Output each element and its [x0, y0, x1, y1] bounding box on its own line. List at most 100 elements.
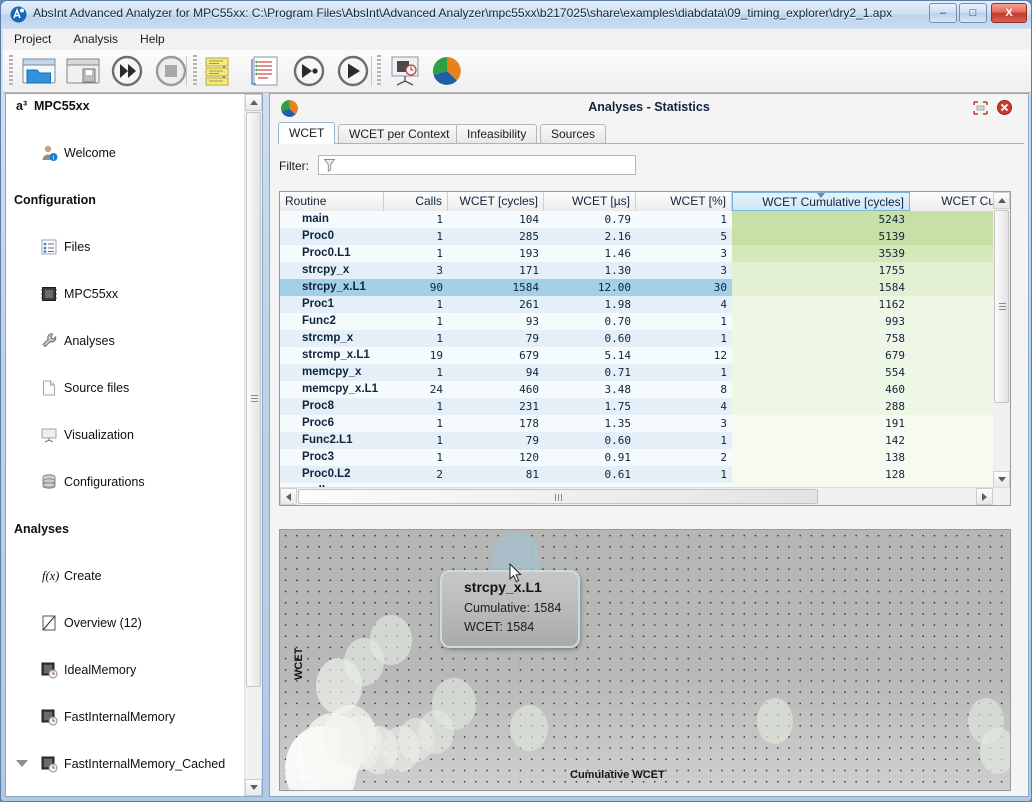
- sidebar-item-welcome[interactable]: i Welcome: [6, 141, 246, 165]
- table-row[interactable]: Proc0 1 285 2.16 5 5139: [280, 228, 1010, 245]
- cell-wcet-cycles: 679: [519, 349, 539, 362]
- sidebar-item-label: Configurations: [64, 475, 145, 489]
- cell-calls: 1: [436, 230, 443, 243]
- sidebar-item-idealmemory[interactable]: IdealMemory: [6, 658, 246, 682]
- column-header-wcet-pct[interactable]: WCET [%]: [636, 192, 732, 211]
- tab-sources[interactable]: Sources: [540, 124, 607, 144]
- scroll-thumb-grip: [251, 395, 258, 402]
- sidebar-item-visualization[interactable]: Visualization: [6, 423, 246, 447]
- table-row[interactable]: strcmp_x 1 79 0.60 1 758: [280, 330, 1010, 347]
- table-hscroll-thumb[interactable]: [298, 489, 818, 504]
- sidebar-item-label: MPC55xx: [64, 287, 119, 301]
- menu-analysis[interactable]: Analysis: [62, 29, 129, 49]
- chart-bubble[interactable]: [980, 728, 1010, 774]
- cell-wcet-pct: 3: [720, 247, 727, 260]
- restore-icon[interactable]: [973, 101, 988, 115]
- table-body[interactable]: main 1 104 0.79 1 5243 Proc0 1 285 2.16 5 5139 Proc0…: [280, 211, 1010, 488]
- visualization-button[interactable]: [385, 54, 425, 88]
- minimize-button[interactable]: –: [929, 3, 957, 23]
- menu-help[interactable]: Help: [129, 29, 176, 49]
- sidebar-scroll-up-button[interactable]: [245, 94, 262, 111]
- column-header-calls[interactable]: Calls: [384, 192, 448, 211]
- save-project-button[interactable]: [63, 54, 103, 88]
- maximize-button[interactable]: □: [959, 3, 987, 23]
- chart-bubble[interactable]: [370, 615, 412, 665]
- column-header-routine[interactable]: Routine: [280, 192, 384, 211]
- table-row[interactable]: Proc6 1 178 1.35 3 191: [280, 415, 1010, 432]
- table-row[interactable]: strcpy_x.L1 90 1584 12.00 30 1584: [280, 279, 1010, 296]
- table-row[interactable]: strcpy_x 3 171 1.30 3 1755: [280, 262, 1010, 279]
- table-row[interactable]: Func2.L1 1 79 0.60 1 142: [280, 432, 1010, 449]
- table-row[interactable]: main 1 104 0.79 1 5243: [280, 211, 1010, 228]
- table-row[interactable]: Proc0.L1 1 193 1.46 3 3539: [280, 245, 1010, 262]
- chevron-down-icon[interactable]: [16, 760, 28, 767]
- filter-label: Filter:: [279, 159, 309, 173]
- table-scroll-left-button[interactable]: [280, 488, 297, 505]
- report-button[interactable]: [245, 54, 285, 88]
- table-scroll-up-button[interactable]: [993, 192, 1010, 209]
- wcet-statistics-table[interactable]: Routine Calls WCET [cycles] WCET [µs] WC…: [279, 191, 1011, 506]
- toolbar-grip-2[interactable]: [193, 55, 197, 87]
- table-scroll-right-button[interactable]: [976, 488, 993, 505]
- sidebar-item-configurations[interactable]: Configurations: [6, 470, 246, 494]
- chart-bubble[interactable]: [757, 698, 793, 744]
- sidebar-item-overview[interactable]: Overview (12): [6, 611, 246, 635]
- column-header-wcet-cycles[interactable]: WCET [cycles]: [448, 192, 544, 211]
- table-scroll-thumb[interactable]: [994, 210, 1009, 403]
- chip-icon: [41, 287, 57, 301]
- tree-root-mpc55xx[interactable]: a³ MPC55xx: [6, 94, 246, 118]
- sidebar-item-fastinternalmemory-cached[interactable]: FastInternalMemory_Cached: [6, 752, 246, 776]
- run-all-button[interactable]: [107, 54, 147, 88]
- open-project-button[interactable]: [19, 54, 59, 88]
- table-horizontal-scrollbar[interactable]: [280, 487, 1010, 505]
- chevron-left-icon: [286, 492, 291, 501]
- sidebar-scroll-thumb[interactable]: [246, 112, 261, 687]
- wcet-scatter-chart[interactable]: WCET Cumulative WCET strcpy_x.L1 Cumulat…: [279, 529, 1011, 791]
- sidebar-item-source-files[interactable]: Source files: [6, 376, 246, 400]
- column-header-wcet-cumulative[interactable]: WCET Cumulative [cycles]: [732, 192, 910, 211]
- close-window-button[interactable]: X: [991, 3, 1027, 23]
- annotations-button[interactable]: [201, 54, 241, 88]
- sidebar-item-fastinternalmemory[interactable]: FastInternalMemory: [6, 705, 246, 729]
- run-button[interactable]: [333, 54, 373, 88]
- column-header-wcet-us[interactable]: WCET [µs]: [544, 192, 636, 211]
- sidebar-item-files[interactable]: Files: [6, 235, 246, 259]
- cell-wcet-pct: 3: [720, 417, 727, 430]
- cell-cum-cycles: 1755: [878, 264, 906, 277]
- table-row[interactable]: Func2 1 93 0.70 1 993: [280, 313, 1010, 330]
- tab-infeasibility[interactable]: Infeasibility: [456, 124, 538, 144]
- toolbar-grip-1[interactable]: [9, 55, 13, 87]
- table-row[interactable]: Proc0.L2 2 81 0.61 1 128: [280, 466, 1010, 483]
- table-row[interactable]: strcmp_x.L1 19 679 5.14 12 679: [280, 347, 1010, 364]
- tab-underline: [278, 143, 1024, 144]
- table-vertical-scrollbar[interactable]: [993, 192, 1010, 488]
- table-row[interactable]: memcpy_x.L1 24 460 3.48 8 460: [280, 381, 1010, 398]
- stop-button[interactable]: [151, 54, 191, 88]
- tab-wcet[interactable]: WCET: [278, 122, 336, 144]
- sidebar-item-create[interactable]: f(x) Create: [6, 564, 246, 588]
- toolbar-grip-3[interactable]: [377, 55, 381, 87]
- close-icon[interactable]: [997, 100, 1012, 115]
- cell-wcet-cycles: 193: [519, 247, 539, 260]
- cell-wcet-cycles: 178: [519, 417, 539, 430]
- table-scroll-down-button[interactable]: [993, 471, 1010, 488]
- table-row[interactable]: Proc8 1 231 1.75 4 288: [280, 398, 1010, 415]
- chart-bubble[interactable]: [432, 678, 476, 730]
- cell-wcet-us: 12.00: [597, 281, 631, 294]
- tab-wcet-per-context[interactable]: WCET per Context: [338, 124, 461, 144]
- run-step-button[interactable]: [289, 54, 329, 88]
- table-row[interactable]: Proc3 1 120 0.91 2 138: [280, 449, 1010, 466]
- statistics-button[interactable]: [427, 54, 467, 88]
- sidebar-scroll-down-button[interactable]: [245, 779, 262, 796]
- sidebar-item-analyses-config[interactable]: Analyses: [6, 329, 246, 353]
- sidebar-scrollbar[interactable]: [244, 94, 262, 796]
- menu-project[interactable]: Project: [3, 29, 62, 49]
- table-row[interactable]: Proc1 1 261 1.98 4 1162: [280, 296, 1010, 313]
- chart-bubble[interactable]: [510, 705, 548, 751]
- search-input[interactable]: [318, 155, 636, 175]
- presentation-icon: [391, 56, 419, 86]
- cell-calls: 1: [436, 434, 443, 447]
- table-row[interactable]: memcpy_x 1 94 0.71 1 554: [280, 364, 1010, 381]
- project-tree[interactable]: a³ MPC55xx i Welcome Configuration Files…: [6, 94, 246, 796]
- sidebar-item-mpc55xx[interactable]: MPC55xx: [6, 282, 246, 306]
